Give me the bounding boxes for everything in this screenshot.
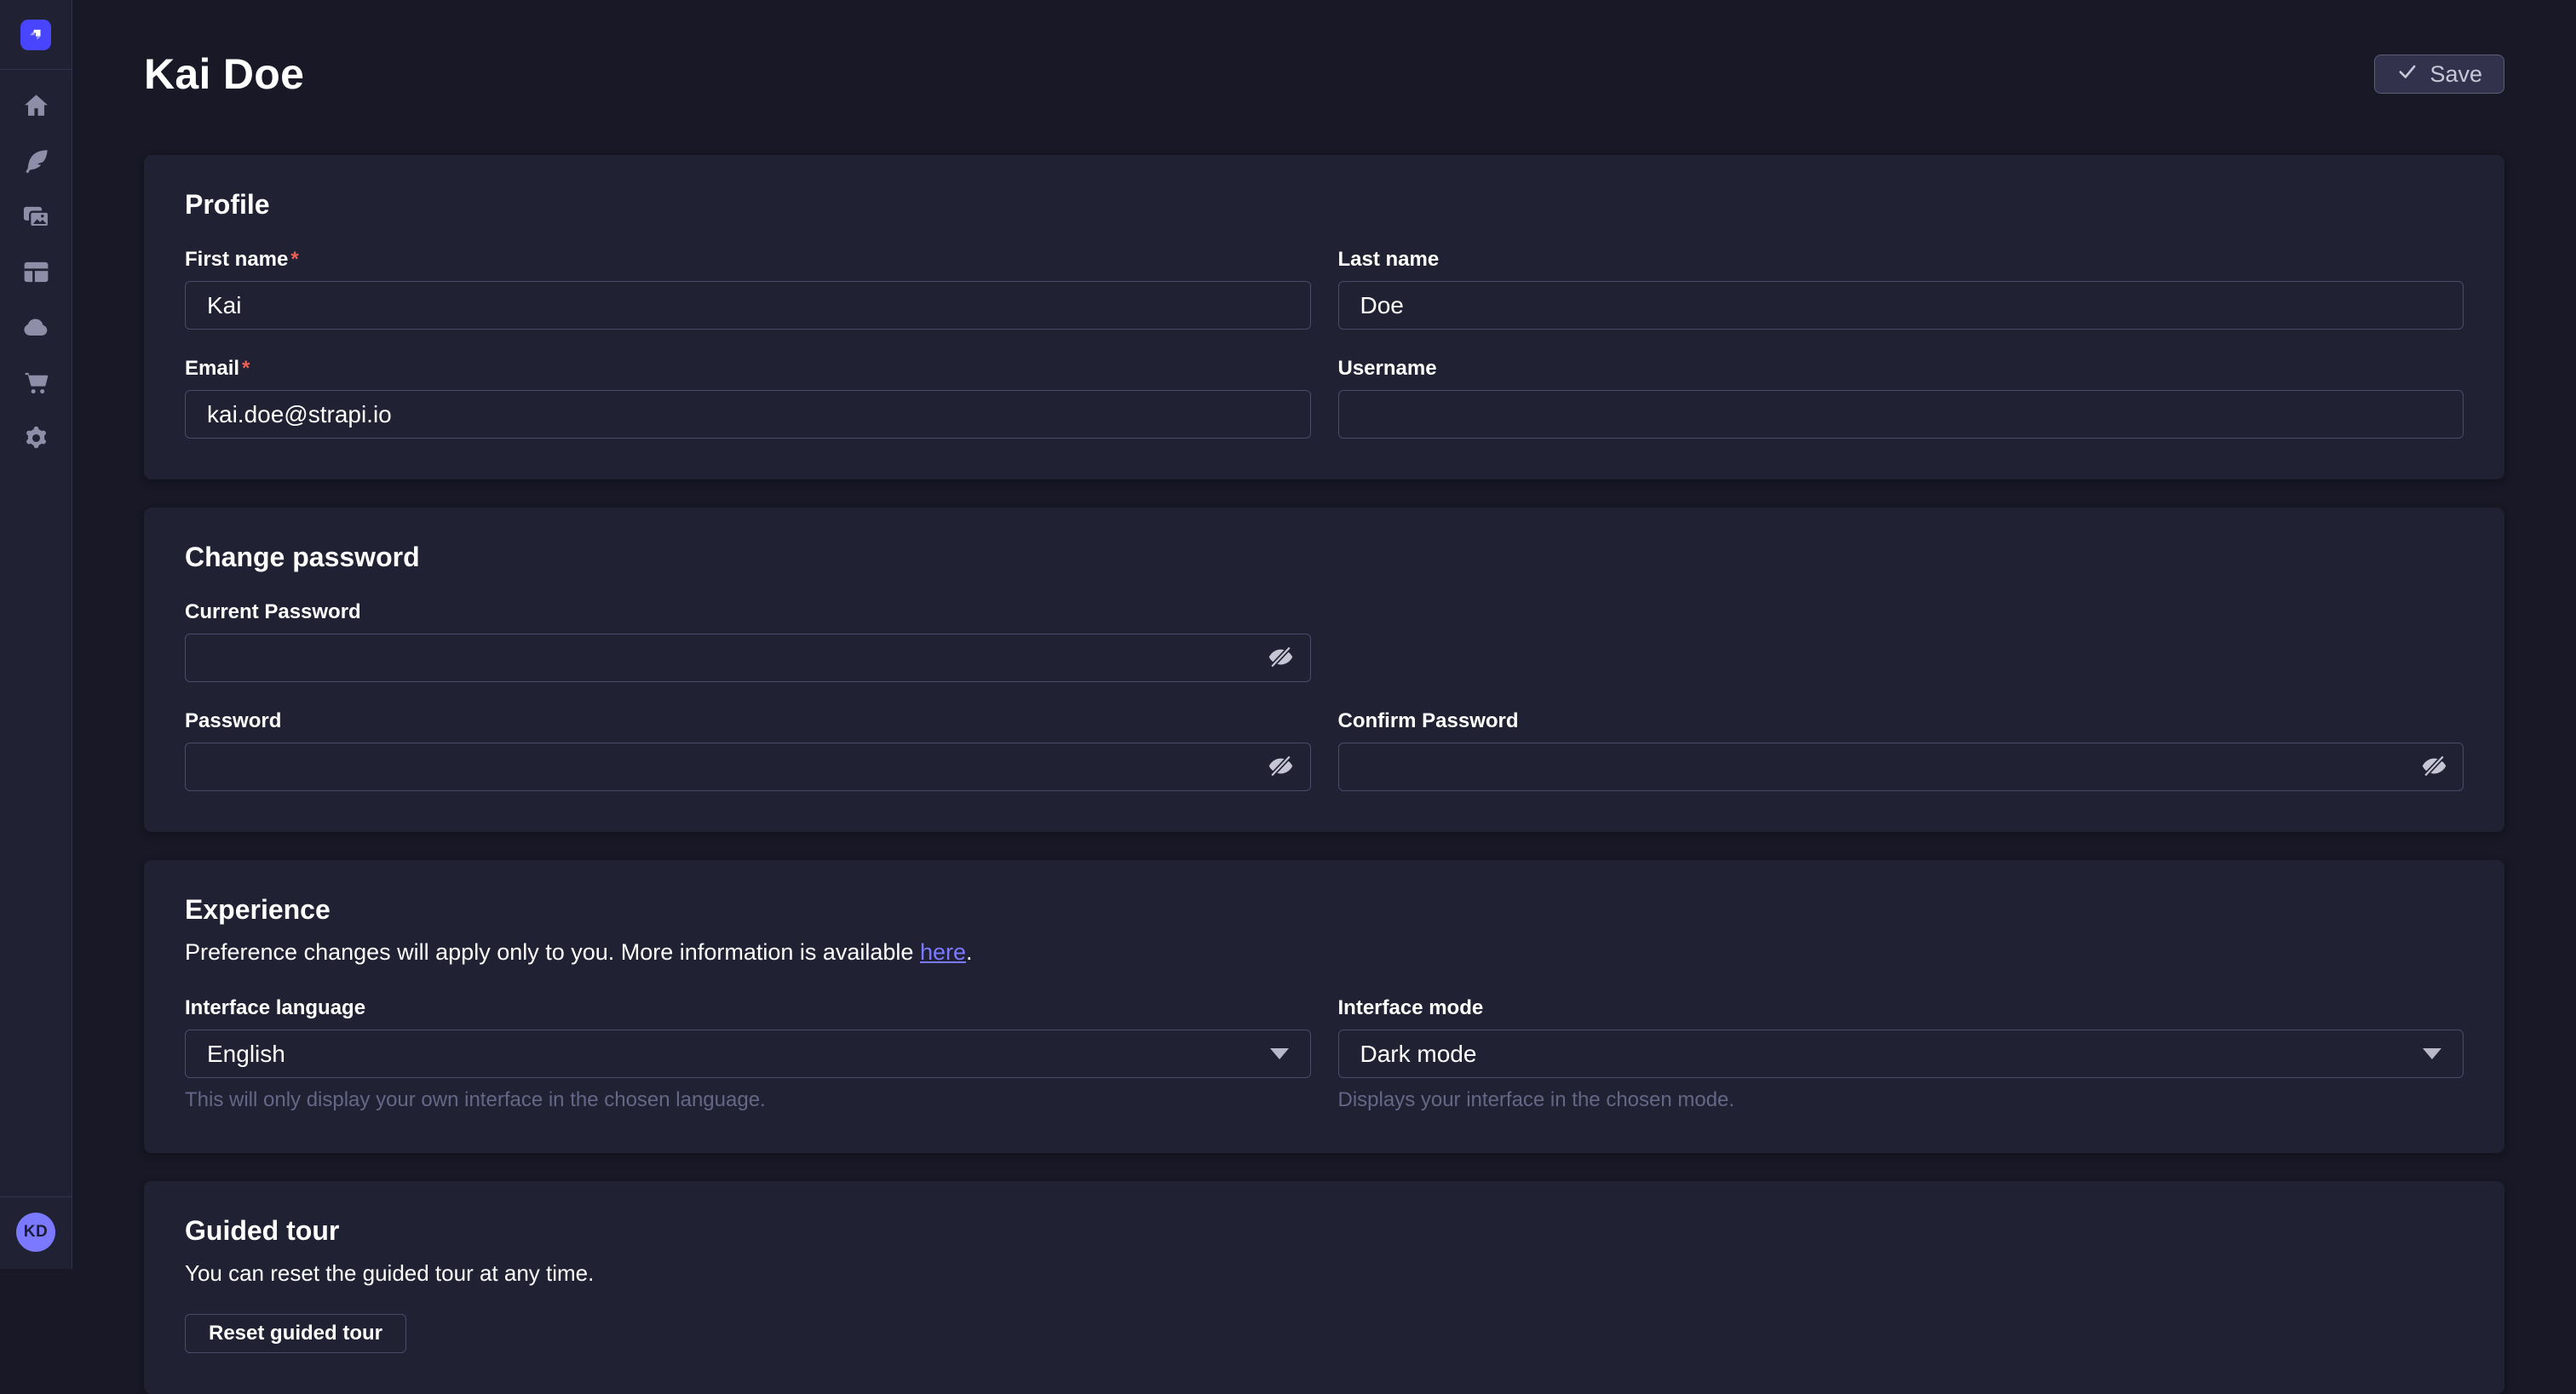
- home-icon: [21, 91, 51, 125]
- sidebar-item-home[interactable]: [0, 80, 72, 135]
- experience-grid: Interface language English This will onl…: [185, 996, 2464, 1112]
- toggle-confirm-password-visibility-button[interactable]: [2412, 746, 2455, 789]
- interface-mode-field-group: Interface mode Dark mode Displays your i…: [1338, 996, 2464, 1112]
- sidebar-nav: [0, 80, 72, 468]
- profile-card-title: Profile: [185, 189, 2464, 221]
- sidebar-item-content-manager[interactable]: [0, 135, 72, 191]
- interface-mode-label: Interface mode: [1338, 996, 2464, 1020]
- email-field-group: Email*: [185, 357, 1311, 439]
- cart-icon: [21, 368, 51, 402]
- gear-icon: [21, 423, 51, 457]
- last-name-field-group: Last name: [1338, 248, 2464, 330]
- experience-title: Experience: [185, 894, 2464, 926]
- current-password-control: [185, 634, 1311, 682]
- current-password-input[interactable]: [185, 634, 1311, 682]
- email-control: [185, 390, 1311, 439]
- sidebar: KD: [0, 0, 72, 1269]
- page-header: Kai Doe Save: [144, 43, 2504, 106]
- new-password-field-group: Password: [185, 709, 1311, 791]
- guided-tour-title: Guided tour: [185, 1215, 2464, 1247]
- interface-language-label: Interface language: [185, 996, 1311, 1020]
- interface-mode-select[interactable]: Dark mode: [1338, 1030, 2464, 1078]
- username-control: [1338, 390, 2464, 439]
- chevron-down-icon: [2423, 1048, 2441, 1059]
- eye-slash-icon: [1267, 752, 1295, 783]
- last-name-control: [1338, 281, 2464, 330]
- feather-icon: [21, 146, 51, 181]
- interface-language-value: English: [207, 1041, 285, 1068]
- last-name-label: Last name: [1338, 248, 2464, 272]
- current-password-field-group: Current Password: [185, 600, 1311, 682]
- password-grid: Current Password: [185, 600, 2464, 791]
- avatar-initials: KD: [24, 1223, 48, 1242]
- sidebar-item-marketplace[interactable]: [0, 357, 72, 412]
- avatar[interactable]: KD: [16, 1213, 55, 1252]
- new-password-input[interactable]: [185, 743, 1311, 791]
- chevron-down-icon: [1270, 1048, 1289, 1059]
- interface-language-hint: This will only display your own interfac…: [185, 1088, 1311, 1112]
- sidebar-item-cloud[interactable]: [0, 301, 72, 357]
- profile-card: Profile First name* Last name Email*: [144, 155, 2504, 479]
- images-icon: [21, 202, 51, 236]
- sidebar-item-settings[interactable]: [0, 412, 72, 468]
- new-password-label: Password: [185, 709, 1311, 733]
- guided-tour-card: Guided tour You can reset the guided tou…: [144, 1181, 2504, 1394]
- reset-guided-tour-button[interactable]: Reset guided tour: [185, 1314, 406, 1353]
- check-icon: [2396, 60, 2418, 89]
- interface-language-field-group: Interface language English This will onl…: [185, 996, 1311, 1112]
- cloud-icon: [21, 313, 51, 347]
- confirm-password-input[interactable]: [1338, 743, 2464, 791]
- strapi-logo-icon: [26, 24, 45, 47]
- last-name-input[interactable]: [1338, 281, 2464, 330]
- sidebar-divider-top: [0, 69, 72, 70]
- confirm-password-control: [1338, 743, 2464, 791]
- first-name-label: First name*: [185, 248, 1311, 272]
- strapi-logo[interactable]: [20, 20, 51, 50]
- layout-icon: [21, 257, 51, 291]
- first-name-input[interactable]: [185, 281, 1311, 330]
- toggle-current-password-visibility-button[interactable]: [1260, 637, 1302, 680]
- username-field-group: Username: [1338, 357, 2464, 439]
- save-button[interactable]: Save: [2374, 54, 2504, 94]
- confirm-password-field-group: Confirm Password: [1338, 709, 2464, 791]
- toggle-new-password-visibility-button[interactable]: [1260, 746, 1302, 789]
- sidebar-item-media-library[interactable]: [0, 191, 72, 246]
- username-label: Username: [1338, 357, 2464, 381]
- email-input[interactable]: [185, 390, 1311, 439]
- first-name-field-group: First name*: [185, 248, 1311, 330]
- profile-grid: First name* Last name Email*: [185, 248, 2464, 439]
- save-button-label: Save: [2429, 61, 2482, 88]
- required-asterisk: *: [242, 357, 250, 380]
- page-title: Kai Doe: [144, 49, 304, 99]
- required-asterisk: *: [290, 248, 298, 271]
- interface-mode-hint: Displays your interface in the chosen mo…: [1338, 1088, 2464, 1112]
- experience-card: Experience Preference changes will apply…: [144, 860, 2504, 1153]
- sidebar-bottom: KD: [0, 1196, 72, 1269]
- guided-tour-description: You can reset the guided tour at any tim…: [185, 1260, 2464, 1287]
- main-content: Kai Doe Save Profile First name* Last na…: [72, 0, 2576, 1269]
- eye-slash-icon: [1267, 643, 1295, 674]
- change-password-card: Change password Current Password: [144, 508, 2504, 832]
- interface-mode-value: Dark mode: [1360, 1041, 1477, 1068]
- new-password-control: [185, 743, 1311, 791]
- first-name-control: [185, 281, 1311, 330]
- sidebar-item-content-type-builder[interactable]: [0, 246, 72, 301]
- experience-description: Preference changes will apply only to yo…: [185, 939, 2464, 966]
- more-information-link[interactable]: here: [920, 939, 966, 965]
- sidebar-divider-bottom: [0, 1196, 72, 1197]
- current-password-label: Current Password: [185, 600, 1311, 624]
- eye-slash-icon: [2420, 752, 2448, 783]
- change-password-title: Change password: [185, 542, 2464, 573]
- email-label: Email*: [185, 357, 1311, 381]
- interface-language-select[interactable]: English: [185, 1030, 1311, 1078]
- confirm-password-label: Confirm Password: [1338, 709, 2464, 733]
- cards-container: Profile First name* Last name Email*: [144, 155, 2504, 1394]
- username-input[interactable]: [1338, 390, 2464, 439]
